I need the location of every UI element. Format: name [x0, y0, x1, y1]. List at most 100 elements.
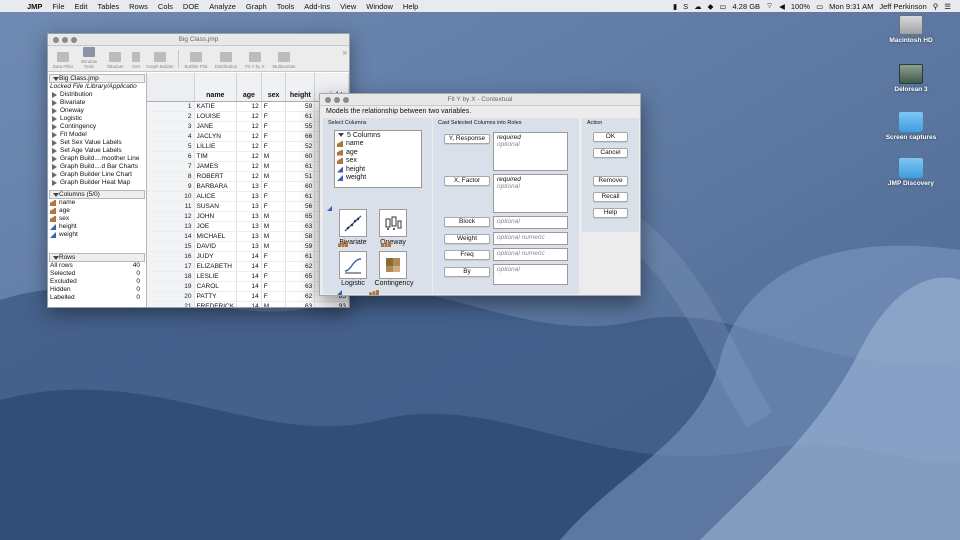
minimize-icon[interactable] [334, 96, 340, 103]
sex-cell[interactable]: F [261, 281, 287, 292]
menu-analyze[interactable]: Analyze [204, 2, 241, 11]
row-number-cell[interactable]: 7 [147, 161, 195, 172]
sex-cell[interactable]: F [261, 261, 287, 272]
logistic-label[interactable]: Logistic [333, 280, 373, 287]
block-role-box[interactable]: optional [493, 216, 568, 229]
sex-cell[interactable]: F [261, 181, 287, 192]
x-factor-button[interactable]: X, Factor [444, 176, 490, 186]
freq-role-box[interactable]: optional numeric [493, 248, 568, 261]
menu-app-name[interactable]: JMP [22, 2, 47, 11]
age-cell[interactable]: 12 [236, 171, 262, 182]
table-script-item[interactable]: Contingency [48, 123, 146, 131]
name-cell[interactable]: LESLIE [194, 271, 238, 282]
by-button[interactable]: By [444, 267, 490, 277]
row-stat[interactable]: Labelled 0 [48, 294, 146, 302]
name-cell[interactable]: ROBERT [194, 171, 238, 182]
menu-edit[interactable]: Edit [70, 2, 93, 11]
name-cell[interactable]: ALICE [194, 191, 238, 202]
name-cell[interactable]: TIM [194, 151, 238, 162]
height-cell[interactable]: 51 [285, 171, 316, 182]
row-stat[interactable]: Hidden 0 [48, 286, 146, 294]
height-cell[interactable]: 59 [285, 241, 316, 252]
table-panel-header[interactable]: Big Class.jmp [49, 74, 145, 83]
height-cell[interactable]: 55 [285, 121, 316, 132]
age-cell[interactable]: 13 [236, 191, 262, 202]
age-cell[interactable]: 14 [236, 251, 262, 262]
s-icon[interactable]: S [680, 2, 691, 11]
toolbar-sort-button[interactable]: Sort [128, 52, 144, 69]
height-cell[interactable]: 65 [285, 271, 316, 282]
row-number-cell[interactable]: 18 [147, 271, 195, 282]
sex-cell[interactable]: F [261, 291, 287, 302]
age-cell[interactable]: 14 [236, 261, 262, 272]
notification-center-icon[interactable]: ☰ [941, 2, 954, 11]
rows-panel-header[interactable]: Rows [49, 253, 145, 262]
help-button[interactable]: Help [593, 208, 628, 218]
menu-tables[interactable]: Tables [92, 2, 124, 11]
col-header-name[interactable]: name [194, 73, 238, 102]
sex-cell[interactable]: F [261, 131, 287, 142]
age-cell[interactable]: 12 [236, 121, 262, 132]
dialog-column-item[interactable]: name [335, 140, 421, 149]
row-number-cell[interactable]: 13 [147, 221, 195, 232]
menu-view[interactable]: View [335, 2, 361, 11]
height-cell[interactable]: 61 [285, 111, 316, 122]
column-item[interactable]: name [48, 199, 146, 207]
toolbar-distribution-button[interactable]: Distribution [211, 52, 241, 69]
age-cell[interactable]: 14 [236, 271, 262, 282]
table-script-item[interactable]: Bivariate [48, 99, 146, 107]
height-cell[interactable]: 60 [285, 181, 316, 192]
row-number-cell[interactable]: 19 [147, 281, 195, 292]
sex-cell[interactable]: M [261, 151, 287, 162]
menu-add-ins[interactable]: Add-Ins [299, 2, 335, 11]
status-bar-icon[interactable]: ▮ [670, 2, 680, 11]
height-cell[interactable]: 66 [285, 131, 316, 142]
dialog-column-item[interactable]: weight [335, 174, 421, 183]
column-item[interactable]: age [48, 207, 146, 215]
age-cell[interactable]: 14 [236, 281, 262, 292]
row-number-cell[interactable]: 15 [147, 241, 195, 252]
height-cell[interactable]: 60 [285, 151, 316, 162]
table-script-item[interactable]: Logistic [48, 115, 146, 123]
platform-contingency-button[interactable] [379, 251, 407, 279]
row-number-cell[interactable]: 6 [147, 151, 195, 162]
table-script-item[interactable]: Fit Model [48, 131, 146, 139]
row-number-cell[interactable]: 14 [147, 231, 195, 242]
name-cell[interactable]: MICHAEL [194, 231, 238, 242]
weight-button[interactable]: Weight [444, 234, 490, 244]
sex-cell[interactable]: M [261, 241, 287, 252]
desktop-icon-delorean[interactable]: Delorean 3 [871, 64, 951, 93]
menu-tools[interactable]: Tools [272, 2, 300, 11]
sex-cell[interactable]: F [261, 111, 287, 122]
columns-panel-header[interactable]: Columns (5/0) [49, 190, 145, 199]
sex-cell[interactable]: F [261, 251, 287, 262]
toolbar-multivariate-button[interactable]: Multivariate [269, 52, 299, 69]
block-button[interactable]: Block [444, 217, 490, 227]
recall-button[interactable]: Recall [593, 192, 628, 202]
row-number-cell[interactable]: 4 [147, 131, 195, 142]
age-cell[interactable]: 12 [236, 141, 262, 152]
row-number-cell[interactable]: 17 [147, 261, 195, 272]
menu-doe[interactable]: DOE [178, 2, 204, 11]
height-cell[interactable]: 59 [285, 101, 316, 112]
by-role-box[interactable]: optional [493, 264, 568, 285]
table-script-item[interactable]: Graph Builder Heat Map [48, 179, 146, 187]
name-cell[interactable]: DAVID [194, 241, 238, 252]
table-row[interactable]: 21 FREDERICK 14 M 63 93 [147, 301, 349, 307]
height-cell[interactable]: 58 [285, 231, 316, 242]
height-cell[interactable]: 63 [285, 301, 316, 307]
battery-percent[interactable]: 100% [788, 2, 813, 11]
height-cell[interactable]: 61 [285, 251, 316, 262]
sex-cell[interactable]: M [261, 221, 287, 232]
age-cell[interactable]: 14 [236, 301, 262, 307]
y-response-button[interactable]: Y, Response [444, 134, 490, 144]
remove-button[interactable]: Remove [593, 176, 628, 186]
close-icon[interactable] [325, 96, 331, 103]
name-cell[interactable]: JOHN [194, 211, 238, 222]
row-stat[interactable]: All rows 40 [48, 262, 146, 270]
sex-cell[interactable]: M [261, 161, 287, 172]
name-cell[interactable]: CAROL [194, 281, 238, 292]
ok-button[interactable]: OK [593, 132, 628, 142]
row-number-cell[interactable]: 20 [147, 291, 195, 302]
age-cell[interactable]: 13 [236, 201, 262, 212]
